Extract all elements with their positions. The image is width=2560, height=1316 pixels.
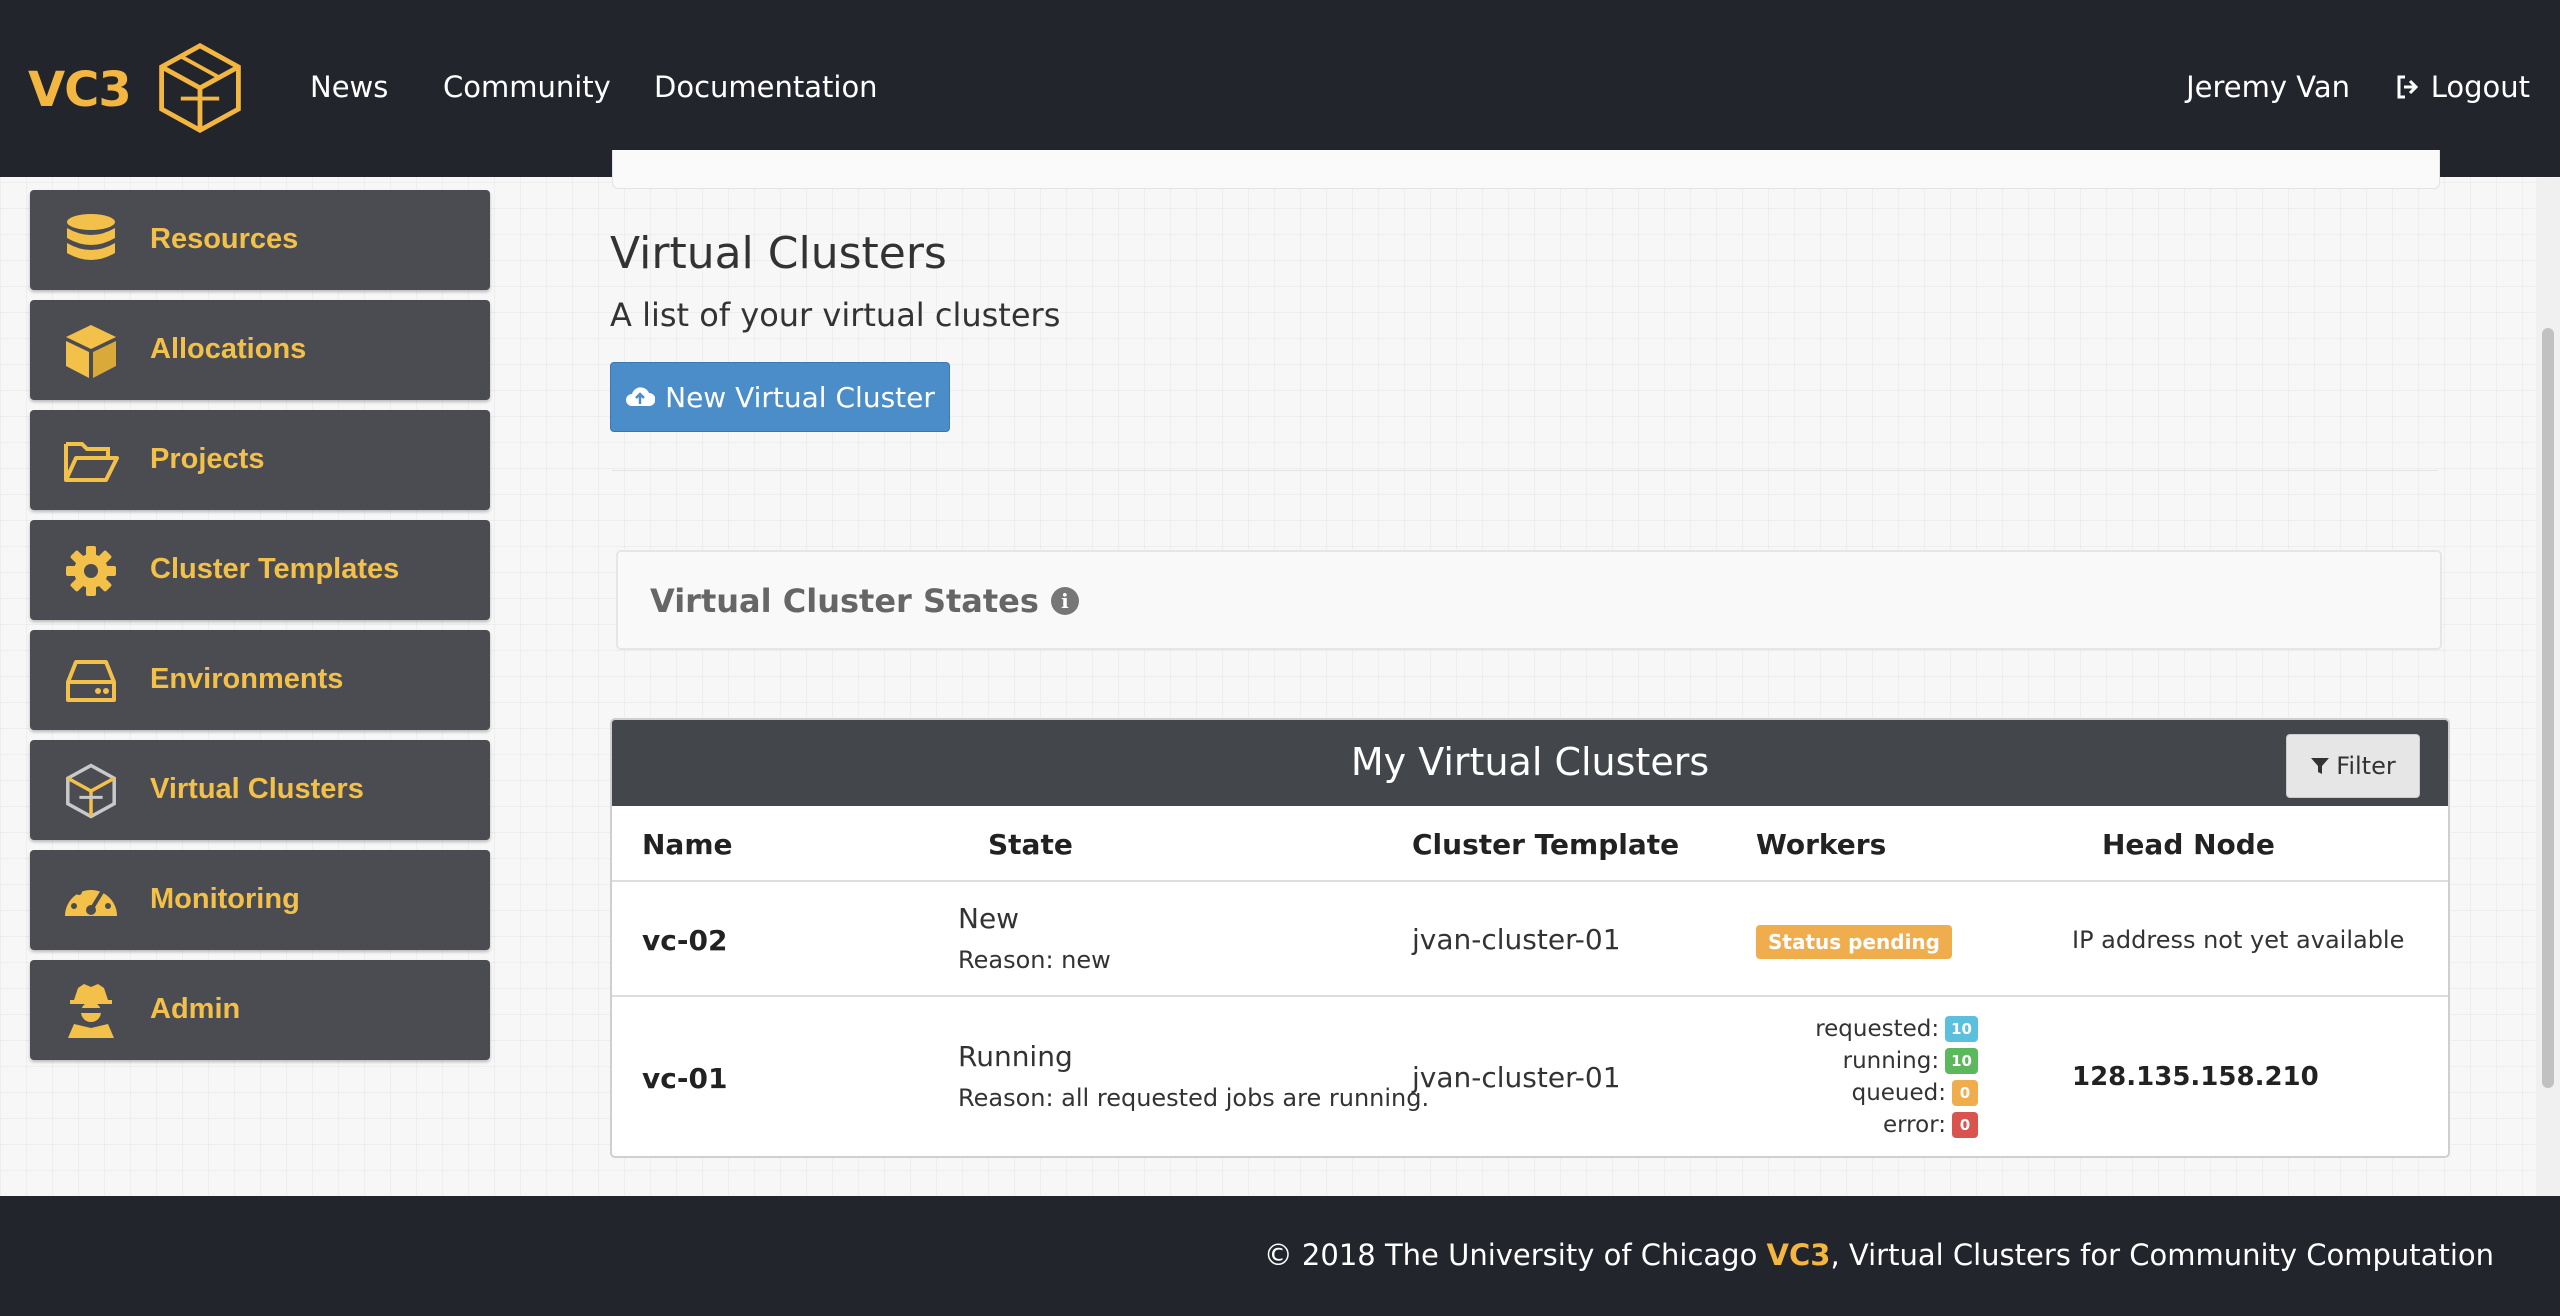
sidebar: Resources Allocations Projects Cluster T… xyxy=(30,190,490,1070)
workers-requested: requested: 10 xyxy=(1815,1016,1978,1042)
new-virtual-cluster-label: New Virtual Cluster xyxy=(665,380,935,414)
workers-count-badge: 0 xyxy=(1952,1112,1978,1138)
sidebar-item-label: Projects xyxy=(150,443,265,475)
info-icon[interactable]: i xyxy=(1050,587,1079,615)
footer: © 2018 The University of Chicago VC3, Vi… xyxy=(0,1196,2560,1316)
sidebar-item-cluster-templates[interactable]: Cluster Templates xyxy=(30,520,490,620)
workers-queued: queued: 0 xyxy=(1852,1080,1978,1106)
sidebar-item-allocations[interactable]: Allocations xyxy=(30,300,490,400)
user-name[interactable]: Jeremy Van xyxy=(2186,70,2350,104)
states-heading: Virtual Cluster States i xyxy=(650,582,1079,620)
workers-label: running: xyxy=(1842,1048,1940,1074)
column-header-workers[interactable]: Workers xyxy=(1756,828,1886,861)
cube-icon xyxy=(66,325,116,378)
workers-label: queued: xyxy=(1851,1080,1946,1106)
sidebar-item-label: Allocations xyxy=(150,333,307,365)
footer-text: © 2018 The University of Chicago VC3, Vi… xyxy=(1264,1238,2494,1272)
panel-title: My Virtual Clusters xyxy=(1350,740,1710,784)
states-title: Virtual Cluster States xyxy=(650,582,1039,620)
cluster-name[interactable]: vc-01 xyxy=(642,1062,727,1095)
state-reason: Reason: all requested jobs are running. xyxy=(958,1084,1430,1112)
nav-news[interactable]: News xyxy=(310,70,388,104)
footer-suffix: , Virtual Clusters for Community Computa… xyxy=(1830,1238,2494,1272)
cluster-name[interactable]: vc-02 xyxy=(642,924,727,957)
nav-community[interactable]: Community xyxy=(443,70,611,104)
virtual-cluster-states-panel[interactable]: Virtual Cluster States i xyxy=(616,550,2442,650)
footer-prefix: © 2018 The University of Chicago xyxy=(1263,1238,1767,1272)
hard-drive-icon xyxy=(66,660,116,702)
my-virtual-clusters-panel: My Virtual Clusters Filter Name State Cl… xyxy=(610,718,2450,1158)
workers-count-badge: 10 xyxy=(1945,1048,1978,1074)
vc3-logo-icon xyxy=(66,763,116,819)
panel-header: My Virtual Clusters Filter xyxy=(612,720,2448,806)
workers-label: requested: xyxy=(1815,1016,1940,1042)
scrollbar-thumb[interactable] xyxy=(2542,328,2554,1088)
sidebar-item-label: Environments xyxy=(150,663,344,695)
nav-documentation[interactable]: Documentation xyxy=(654,70,878,104)
header-divider xyxy=(612,880,2448,882)
sidebar-item-resources[interactable]: Resources xyxy=(30,190,490,290)
column-header-state[interactable]: State xyxy=(988,828,1073,861)
column-header-name[interactable]: Name xyxy=(642,828,733,861)
gear-icon xyxy=(66,546,116,596)
sidebar-item-projects[interactable]: Projects xyxy=(30,410,490,510)
page-subtitle: A list of your virtual clusters xyxy=(610,296,1061,334)
logout-link[interactable]: Logout xyxy=(2395,70,2530,104)
database-icon xyxy=(67,214,115,260)
new-virtual-cluster-button[interactable]: New Virtual Cluster xyxy=(610,362,950,432)
head-node[interactable]: 128.135.158.210 xyxy=(2072,1062,2319,1092)
sidebar-item-label: Admin xyxy=(150,993,241,1025)
filter-icon xyxy=(2311,758,2330,774)
user-secret-icon xyxy=(68,984,114,1038)
column-header-cluster-template[interactable]: Cluster Template xyxy=(1412,828,1679,861)
sidebar-item-virtual-clusters[interactable]: Virtual Clusters xyxy=(30,740,490,840)
status-badge: Status pending xyxy=(1756,925,1952,959)
dashboard-icon xyxy=(65,883,117,916)
cluster-template: jvan-cluster-01 xyxy=(1412,1061,1621,1094)
sign-out-icon xyxy=(2397,75,2418,99)
head-node: IP address not yet available xyxy=(2072,926,2405,954)
workers-count-badge: 0 xyxy=(1952,1080,1978,1106)
sidebar-item-admin[interactable]: Admin xyxy=(30,960,490,1060)
vc3-logo-icon[interactable] xyxy=(152,40,248,136)
page-title: Virtual Clusters xyxy=(610,228,947,279)
divider xyxy=(612,470,2438,471)
sidebar-item-label: Monitoring xyxy=(150,883,300,915)
workers-running: running: 10 xyxy=(1843,1048,1978,1074)
logout-label: Logout xyxy=(2430,70,2530,104)
cloud-upload-icon xyxy=(626,387,656,406)
footer-brand: VC3 xyxy=(1766,1238,1831,1272)
cluster-state: Running xyxy=(958,1040,1073,1073)
brand-logo-text[interactable]: VC3 xyxy=(28,62,132,118)
cluster-template: jvan-cluster-01 xyxy=(1412,923,1621,956)
scrollbar[interactable] xyxy=(2536,178,2560,1196)
filter-button[interactable]: Filter xyxy=(2286,734,2420,798)
sidebar-item-label: Cluster Templates xyxy=(150,553,400,585)
sidebar-item-label: Virtual Clusters xyxy=(150,773,364,805)
sidebar-item-label: Resources xyxy=(150,223,299,255)
sidebar-item-environments[interactable]: Environments xyxy=(30,630,490,730)
workers-count-badge: 10 xyxy=(1945,1016,1978,1042)
workers-error: error: 0 xyxy=(1883,1112,1978,1138)
state-reason: Reason: new xyxy=(958,946,1111,974)
sidebar-item-monitoring[interactable]: Monitoring xyxy=(30,850,490,950)
filter-label: Filter xyxy=(2336,752,2396,780)
cluster-state: New xyxy=(958,902,1020,935)
top-card xyxy=(612,150,2440,189)
workers-label: error: xyxy=(1882,1112,1946,1138)
row-divider xyxy=(612,995,2448,997)
column-header-head-node[interactable]: Head Node xyxy=(2102,828,2275,861)
folder-open-icon xyxy=(64,442,119,482)
